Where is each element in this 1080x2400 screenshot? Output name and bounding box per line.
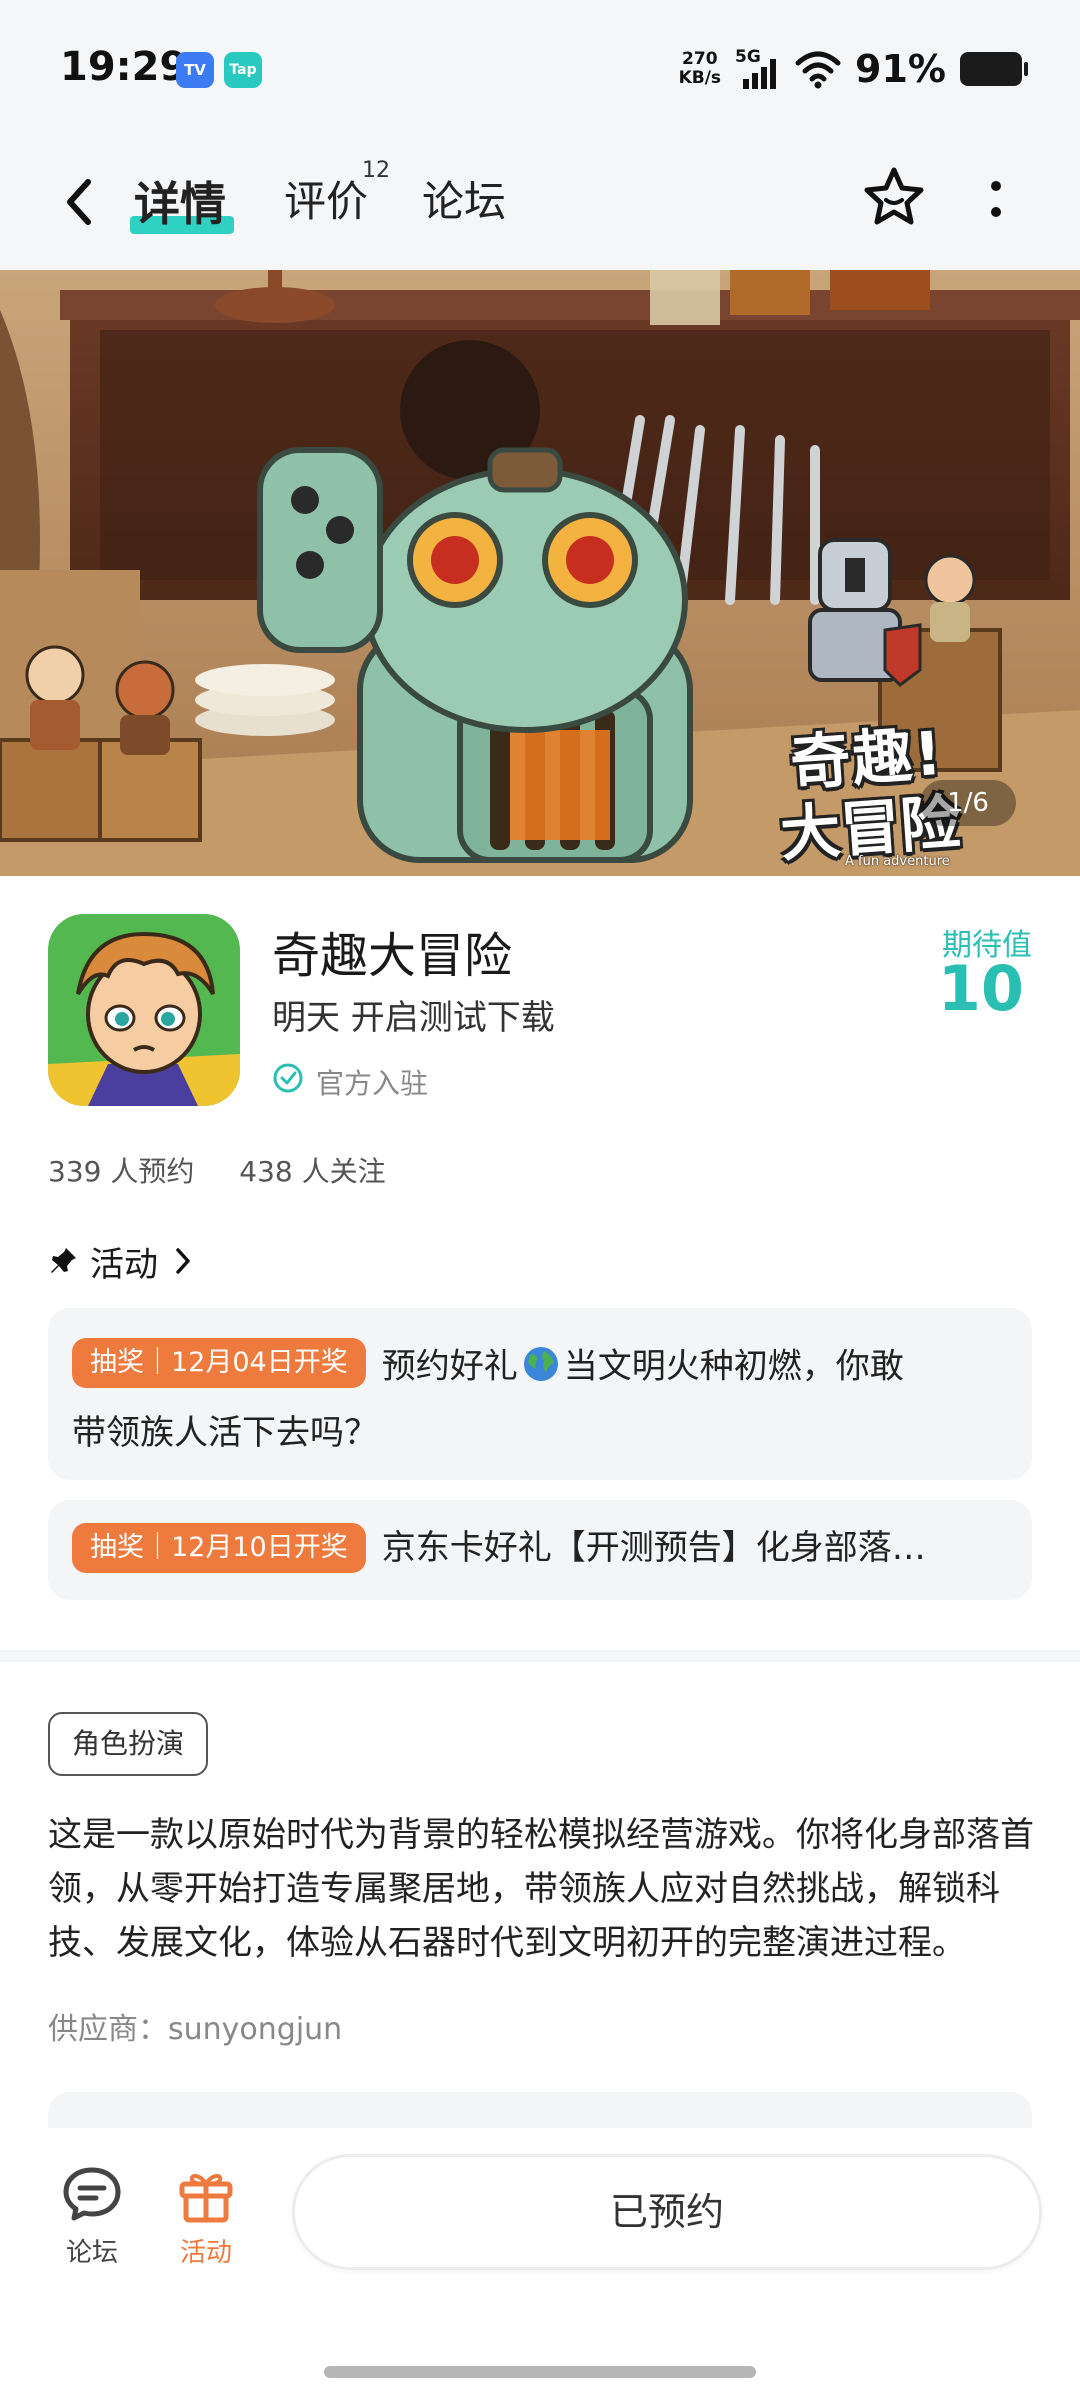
bottom-action-bar: 论坛 活动 已预约 [0, 2128, 1080, 2400]
activity-card[interactable]: 抽奖｜12月10日开奖 京东卡好礼【开测预告】化身部落首领 [48, 1500, 1032, 1600]
net-speed: 270 KB/s [678, 49, 722, 88]
activity-card[interactable]: 抽奖｜12月04日开奖 预约好礼 当文明火种初燃，你敢 带领族人活下去吗？ [48, 1308, 1032, 1480]
forum-chat-icon [63, 2167, 121, 2221]
tab-review[interactable]: 评价 [284, 168, 368, 229]
status-time: 19:29 [60, 44, 188, 90]
next-section-card [48, 2092, 1032, 2132]
supplier-label: 供应商：sunyongjun [48, 2012, 343, 2047]
game-icon [48, 914, 240, 1106]
more-icon[interactable] [978, 172, 1014, 228]
activity-title: 活动 [90, 1244, 158, 1285]
status-bar: 19:29 TV Tap 270 KB/s 5G 91% [0, 0, 1080, 140]
activity-text: 带领族人活下去吗？ [72, 1412, 378, 1453]
bottom-forum-label: 论坛 [65, 2238, 118, 2268]
back-icon[interactable] [56, 170, 104, 234]
home-indicator[interactable] [324, 2366, 756, 2378]
reserved-button[interactable]: 已预约 [292, 2154, 1042, 2270]
globe-icon [523, 1346, 558, 1381]
official-label: 官方入驻 [316, 1067, 429, 1100]
activity-text: 京东卡好礼【开测预告】化身部落首领 [381, 1527, 942, 1568]
activity-text: 当文明火种初燃，你敢 [563, 1346, 904, 1387]
battery-percent: 91% [855, 47, 946, 91]
bottom-activity-label: 活动 [179, 2238, 232, 2268]
battery-icon [960, 52, 1028, 86]
verified-check-icon [273, 1063, 303, 1093]
signal-icon: 5G [735, 47, 781, 91]
pin-icon [51, 1248, 76, 1273]
tv-app-icon: TV [176, 52, 214, 88]
gift-icon [179, 2173, 233, 2223]
game-stats: 339 人预约 438 人关注 [48, 1150, 422, 1190]
follower-count: 438 人关注 [239, 1155, 386, 1188]
bottom-activity-button[interactable]: 活动 [156, 2162, 256, 2269]
expectation-value: 10 [937, 952, 1024, 1025]
review-count-badge: 12 [362, 158, 390, 183]
tap-app-icon: Tap [224, 52, 262, 88]
section-divider [0, 1650, 1080, 1662]
status-right: 270 KB/s 5G 91% [678, 44, 1028, 94]
activity-section-header[interactable]: 活动 [48, 1236, 194, 1286]
banner-carousel[interactable]: 奇趣! 大冒险 A fun adventure 1/6 [0, 270, 1080, 876]
wifi-icon [795, 51, 841, 89]
activity-text: 预约好礼 [381, 1346, 518, 1387]
game-title: 奇趣大冒险 [272, 928, 513, 984]
top-nav: 详情 评价 12 论坛 [0, 140, 1080, 270]
star-icon[interactable] [860, 164, 928, 232]
tab-detail[interactable]: 详情 [134, 168, 226, 234]
lottery-tag: 抽奖｜12月04日开奖 [72, 1337, 366, 1388]
game-description[interactable]: 这是一款以原始时代为背景的轻松模拟经营游戏。你将化身部落首领，从零开始打造专属聚… [48, 1808, 1034, 1970]
lottery-tag: 抽奖｜12月10日开奖 [72, 1522, 366, 1573]
reservation-count: 339 人预约 [48, 1155, 195, 1188]
genre-tag[interactable]: 角色扮演 [48, 1712, 209, 1776]
banner-logo-subtitle: A fun adventure [845, 854, 950, 869]
banner-page-counter: 1/6 [920, 780, 1016, 826]
bottom-forum-button[interactable]: 论坛 [42, 2162, 142, 2269]
chevron-right-icon [176, 1248, 190, 1274]
tab-forum[interactable]: 论坛 [422, 168, 506, 229]
game-test-status: 明天 开启测试下载 [272, 998, 555, 1038]
